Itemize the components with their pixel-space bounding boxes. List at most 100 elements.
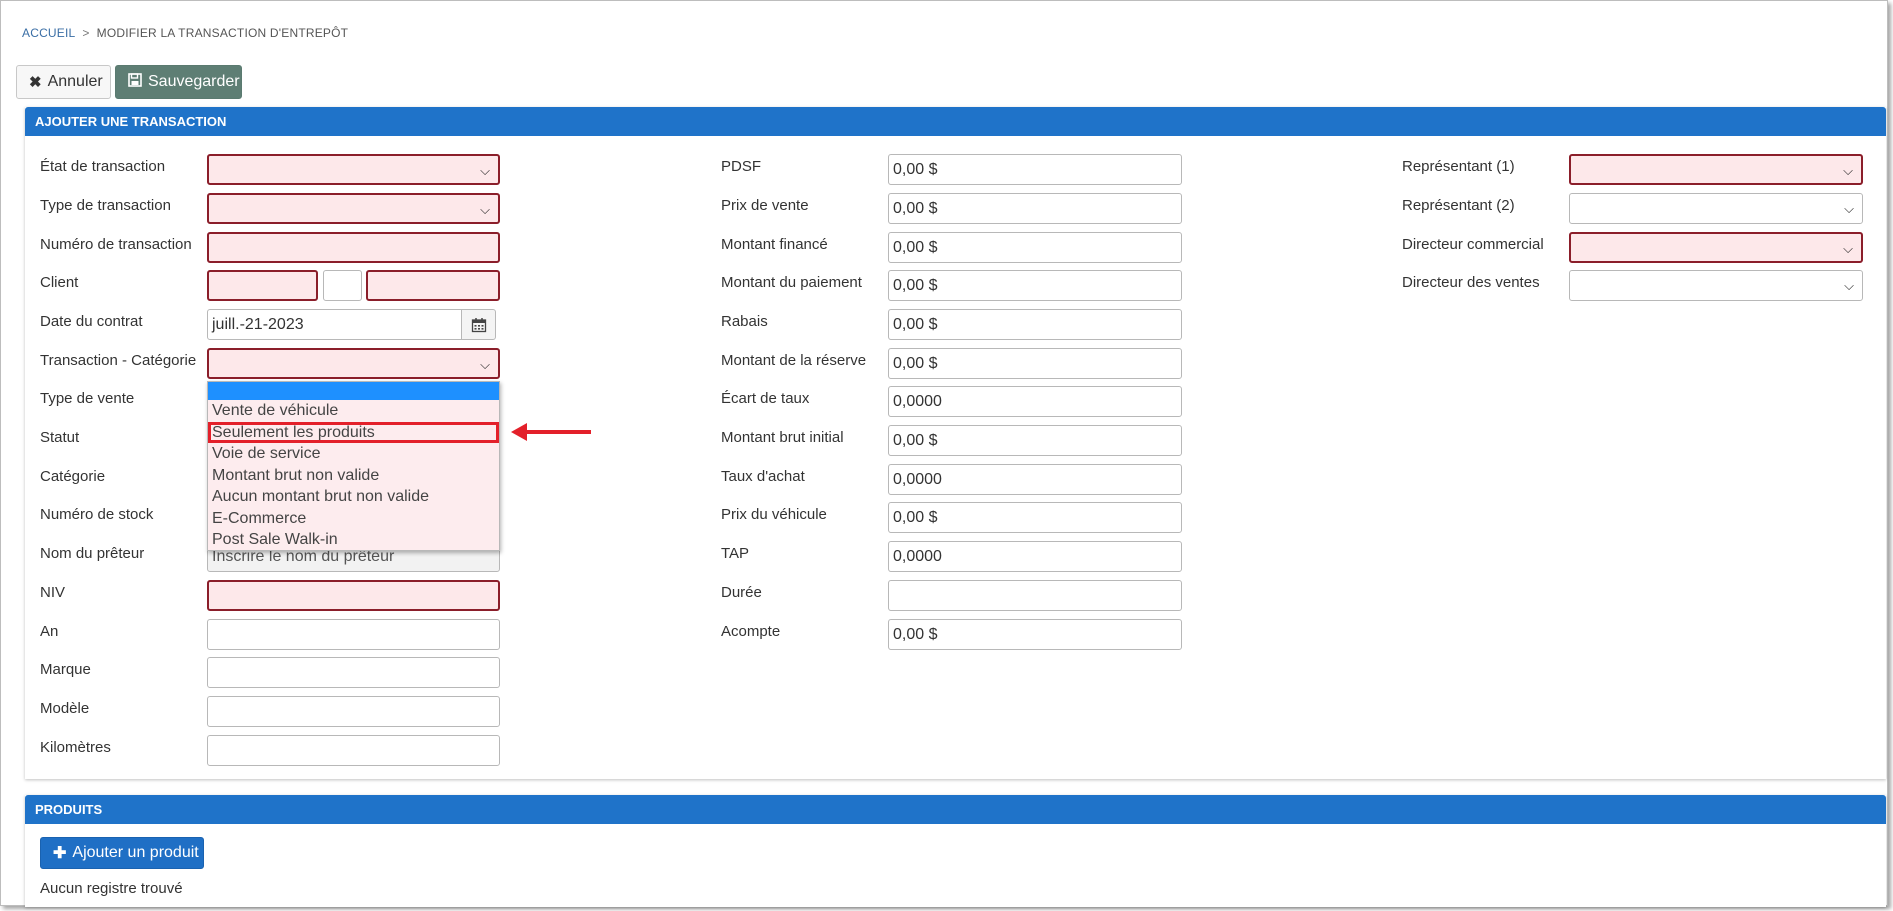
modele-input[interactable] — [207, 696, 500, 727]
dir-commercial-label: Directeur commercial — [1402, 236, 1544, 253]
chevron-down-icon: ⌵ — [480, 202, 490, 217]
dropdown-option[interactable]: Vente de véhicule — [208, 400, 499, 422]
floppy-disk-icon — [128, 73, 142, 91]
calendar-icon — [471, 317, 486, 332]
an-label: An — [40, 623, 59, 640]
rep1-select[interactable]: ⌵ — [1569, 154, 1863, 185]
chevron-down-icon: ⌵ — [1844, 201, 1854, 216]
etat-select[interactable]: ⌵ — [207, 154, 500, 185]
app-window: ACCUEIL > MODIFIER LA TRANSACTION D'ENTREP… — [0, 0, 1888, 907]
pdsf-label: PDSF — [721, 158, 762, 175]
taux-achat-label: Taux d'achat — [721, 468, 805, 485]
niv-label: NIV — [40, 584, 66, 601]
acompte-input[interactable]: 0,00 $ — [888, 619, 1182, 650]
km-input[interactable] — [207, 735, 500, 766]
niv-input[interactable] — [207, 580, 500, 611]
ecart-label: Écart de taux — [721, 390, 810, 407]
chevron-down-icon: ⌵ — [1843, 163, 1853, 178]
client-label: Client — [40, 274, 79, 291]
dropdown-empty-option[interactable] — [208, 382, 499, 400]
breadcrumb-current: MODIFIER LA TRANSACTION D'ENTREPÔT — [96, 26, 349, 40]
type-vente-label: Type de vente — [40, 390, 135, 407]
annotation-arrow-icon — [511, 423, 591, 441]
chevron-down-icon: ⌵ — [480, 163, 490, 178]
numero-input[interactable] — [207, 232, 500, 263]
prix-vehicule-label: Prix du véhicule — [721, 506, 827, 523]
products-panel: PRODUITS — [25, 795, 1886, 907]
pdsf-input[interactable]: 0,00 $ — [888, 154, 1182, 185]
close-icon: ✖ — [29, 74, 42, 91]
breadcrumb-separator: > — [82, 26, 90, 40]
duree-input[interactable] — [888, 580, 1182, 611]
dir-ventes-select[interactable]: ⌵ — [1569, 270, 1863, 301]
prix-vehicule-input[interactable]: 0,00 $ — [888, 502, 1182, 533]
brut-initial-input[interactable]: 0,00 $ — [888, 425, 1182, 456]
statut-label: Statut — [40, 429, 80, 446]
categorie-tx-select[interactable]: ⌵ — [207, 348, 500, 379]
type-label: Type de transaction — [40, 197, 171, 214]
add-product-button[interactable]: ✚ Ajouter un produit — [40, 837, 204, 869]
dropdown-option-highlighted[interactable]: Seulement les produits — [208, 421, 499, 443]
client-first-input[interactable] — [207, 270, 318, 301]
preteur-label: Nom du prêteur — [40, 545, 145, 562]
marque-input[interactable] — [207, 657, 500, 688]
rep2-label: Représentant (2) — [1402, 197, 1515, 214]
categorie-tx-label: Transaction - Catégorie — [40, 352, 197, 369]
categorie-label: Catégorie — [40, 468, 106, 485]
acompte-label: Acompte — [721, 623, 781, 640]
montant-finance-label: Montant financé — [721, 236, 828, 253]
dropdown-option[interactable]: E-Commerce — [208, 508, 499, 530]
prix-vente-input[interactable]: 0,00 $ — [888, 193, 1182, 224]
km-label: Kilomètres — [40, 739, 111, 756]
taux-achat-input[interactable]: 0,0000 — [888, 464, 1182, 495]
chevron-down-icon: ⌵ — [1843, 241, 1853, 256]
dir-ventes-label: Directeur des ventes — [1402, 274, 1540, 291]
save-button[interactable]: Sauvegarder — [115, 65, 242, 99]
date-label: Date du contrat — [40, 313, 143, 330]
products-panel-title: PRODUITS — [25, 795, 1886, 824]
type-select[interactable]: ⌵ — [207, 193, 500, 224]
client-last-input[interactable] — [366, 270, 500, 301]
reserve-label: Montant de la réserve — [721, 352, 867, 369]
an-input[interactable] — [207, 619, 500, 650]
calendar-button[interactable] — [461, 309, 496, 340]
numero-stock-label: Numéro de stock — [40, 506, 154, 523]
categorie-tx-dropdown-list: Vente de véhicule Seulement les produits… — [207, 381, 500, 551]
transaction-panel-title: AJOUTER UNE TRANSACTION — [25, 107, 1886, 136]
dir-commercial-select[interactable]: ⌵ — [1569, 232, 1863, 263]
breadcrumb-home-link[interactable]: ACCUEIL — [22, 26, 75, 40]
dropdown-option[interactable]: Aucun montant brut non valide — [208, 486, 499, 508]
tap-input[interactable]: 0,0000 — [888, 541, 1182, 572]
dropdown-option[interactable]: Voie de service — [208, 443, 499, 465]
rabais-label: Rabais — [721, 313, 768, 330]
prix-vente-label: Prix de vente — [721, 197, 809, 214]
date-input[interactable]: juill.-21-2023 — [207, 309, 462, 340]
client-middle-input[interactable] — [323, 270, 362, 301]
tap-label: TAP — [721, 545, 750, 562]
breadcrumb: ACCUEIL > MODIFIER LA TRANSACTION D'ENTREP… — [22, 26, 348, 40]
cancel-button[interactable]: ✖ Annuler — [16, 65, 111, 99]
modele-label: Modèle — [40, 700, 90, 717]
dropdown-option[interactable]: Post Sale Walk-in — [208, 529, 499, 551]
rep1-label: Représentant (1) — [1402, 158, 1515, 175]
marque-label: Marque — [40, 661, 91, 678]
brut-initial-label: Montant brut initial — [721, 429, 844, 446]
ecart-input[interactable]: 0,0000 — [888, 386, 1182, 417]
dropdown-option[interactable]: Montant brut non valide — [208, 465, 499, 487]
numero-label: Numéro de transaction — [40, 236, 192, 253]
plus-icon: ✚ — [53, 845, 67, 862]
chevron-down-icon: ⌵ — [480, 357, 490, 372]
rep2-select[interactable]: ⌵ — [1569, 193, 1863, 224]
montant-paiement-label: Montant du paiement — [721, 274, 862, 291]
montant-paiement-input[interactable]: 0,00 $ — [888, 270, 1182, 301]
montant-finance-input[interactable]: 0,00 $ — [888, 232, 1182, 263]
empty-records-text: Aucun registre trouvé — [40, 880, 183, 897]
rabais-input[interactable]: 0,00 $ — [888, 309, 1182, 340]
chevron-down-icon: ⌵ — [1844, 278, 1854, 293]
duree-label: Durée — [721, 584, 762, 601]
reserve-input[interactable]: 0,00 $ — [888, 348, 1182, 379]
add-product-label: Ajouter un produit — [72, 844, 199, 861]
cancel-button-label: Annuler — [47, 73, 103, 90]
save-button-label: Sauvegarder — [148, 73, 240, 90]
etat-label: État de transaction — [40, 158, 166, 175]
